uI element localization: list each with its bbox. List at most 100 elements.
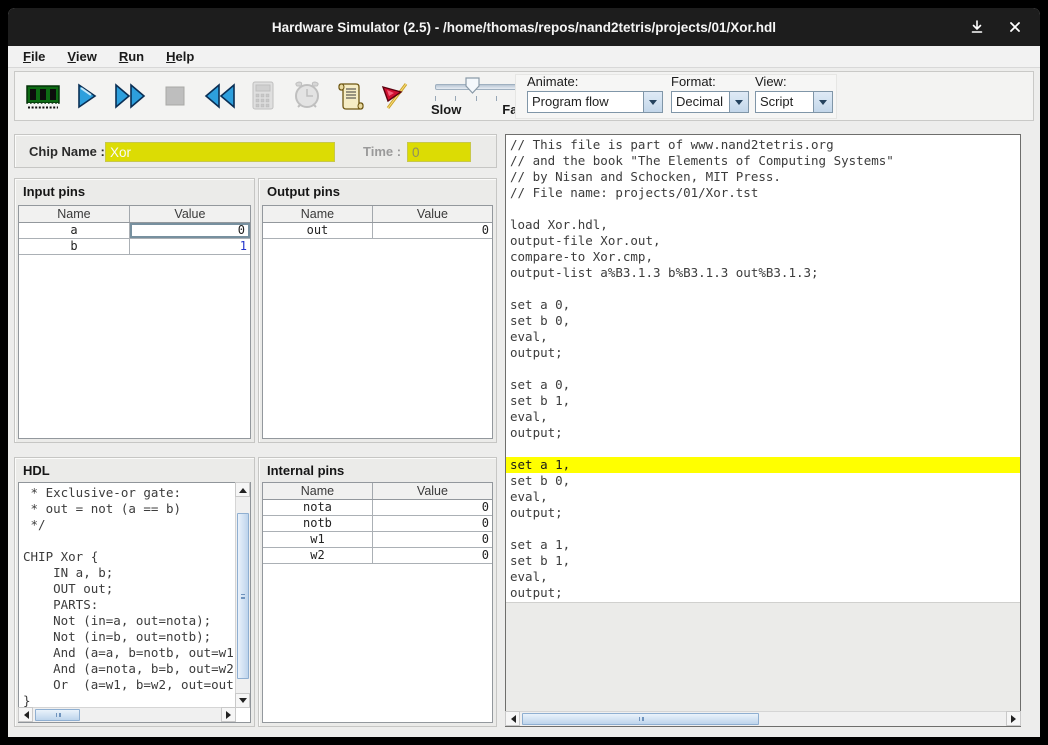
run-button[interactable] bbox=[111, 76, 151, 116]
code-line bbox=[19, 533, 235, 549]
load-chip-button[interactable] bbox=[23, 76, 63, 116]
single-step-button[interactable] bbox=[67, 76, 107, 116]
scroll-down-icon[interactable] bbox=[235, 693, 250, 708]
code-line bbox=[506, 281, 1020, 297]
code-line: OUT out; bbox=[19, 581, 235, 597]
scrollbar-thumb[interactable] bbox=[35, 709, 80, 721]
pin-value[interactable]: 0 bbox=[373, 532, 492, 547]
pin-name: a bbox=[19, 223, 130, 238]
view-value: Script bbox=[756, 92, 813, 112]
chevron-down-icon[interactable] bbox=[643, 92, 662, 112]
code-line: And (a=a, b=notb, out=w1); bbox=[19, 645, 235, 661]
code-line: Or (a=w1, b=w2, out=out); bbox=[19, 677, 235, 693]
script-horizontal-scrollbar[interactable] bbox=[506, 711, 1020, 726]
internal-pins-title: Internal pins bbox=[259, 458, 496, 481]
calculator-icon bbox=[249, 80, 277, 112]
table-row: w10 bbox=[263, 532, 492, 548]
menu-file[interactable]: File bbox=[12, 49, 56, 64]
animate-dropdown[interactable]: Program flow bbox=[527, 91, 663, 113]
minimize-icon[interactable] bbox=[966, 17, 988, 37]
table-row: nota0 bbox=[263, 500, 492, 516]
pin-value[interactable]: 1 bbox=[130, 239, 250, 254]
scrollbar-thumb[interactable] bbox=[522, 713, 759, 725]
code-line: * Exclusive-or gate: bbox=[19, 485, 235, 501]
calculator-button bbox=[243, 76, 283, 116]
reset-button[interactable] bbox=[199, 76, 239, 116]
code-line: output; bbox=[506, 585, 1020, 601]
code-line: eval, bbox=[506, 329, 1020, 345]
chip-name-field[interactable]: Xor bbox=[105, 142, 335, 162]
script-panel[interactable]: // This file is part of www.nand2tetris.… bbox=[505, 134, 1021, 727]
code-line: output; bbox=[506, 345, 1020, 361]
table-header: NameValue bbox=[263, 206, 492, 223]
internal-pins-panel: Internal pins NameValue nota0notb0w10w20 bbox=[258, 457, 497, 727]
code-line: set b 0, bbox=[506, 473, 1020, 489]
scroll-up-icon[interactable] bbox=[235, 482, 250, 497]
code-line: output-list a%B3.1.3 b%B3.1.3 out%B3.1.3… bbox=[506, 265, 1020, 281]
table-row: notb0 bbox=[263, 516, 492, 532]
toolbar: Slow Fast Animate: Program flow Format: … bbox=[14, 71, 1034, 121]
step-icon bbox=[74, 82, 100, 110]
code-line: */ bbox=[19, 517, 235, 533]
close-icon[interactable] bbox=[1004, 17, 1026, 37]
menu-bar: FileViewRunHelp bbox=[8, 46, 1040, 68]
code-line: set b 0, bbox=[506, 313, 1020, 329]
scroll-left-icon[interactable] bbox=[18, 707, 33, 722]
code-line bbox=[506, 201, 1020, 217]
load-script-button[interactable] bbox=[331, 76, 371, 116]
clock-button bbox=[287, 76, 327, 116]
chevron-down-icon[interactable] bbox=[729, 92, 748, 112]
pin-name: w1 bbox=[263, 532, 373, 547]
pin-value[interactable]: 0 bbox=[373, 548, 492, 563]
code-line: Not (in=b, out=notb); bbox=[19, 629, 235, 645]
code-line: * out = not (a == b) bbox=[19, 501, 235, 517]
output-pins-panel: Output pins NameValue out0 bbox=[258, 178, 497, 443]
breakpoints-button[interactable] bbox=[375, 76, 415, 116]
format-dropdown[interactable]: Decimal bbox=[671, 91, 749, 113]
table-header: NameValue bbox=[19, 206, 250, 223]
pin-value[interactable]: 0 bbox=[130, 223, 250, 238]
stop-icon bbox=[165, 86, 185, 106]
hdl-horizontal-scrollbar[interactable] bbox=[19, 707, 235, 722]
pin-value[interactable]: 0 bbox=[373, 516, 492, 531]
pin-name: nota bbox=[263, 500, 373, 515]
format-label: Format: bbox=[671, 74, 749, 89]
hdl-title: HDL bbox=[15, 458, 254, 481]
pin-value[interactable]: 0 bbox=[373, 223, 492, 238]
hdl-code-box[interactable]: * Exclusive-or gate: * out = not (a == b… bbox=[18, 482, 251, 723]
hdl-vertical-scrollbar[interactable] bbox=[235, 483, 250, 707]
menu-run[interactable]: Run bbox=[108, 49, 155, 64]
view-dropdown[interactable]: Script bbox=[755, 91, 833, 113]
code-line: } bbox=[19, 693, 235, 707]
hdl-code: * Exclusive-or gate: * out = not (a == b… bbox=[19, 483, 235, 707]
code-line: eval, bbox=[506, 569, 1020, 585]
output-pins-title: Output pins bbox=[259, 179, 496, 202]
code-line: // and the book "The Elements of Computi… bbox=[506, 153, 1020, 169]
scrollbar-thumb[interactable] bbox=[237, 513, 249, 679]
clock-icon bbox=[291, 80, 323, 112]
scroll-right-icon[interactable] bbox=[1006, 711, 1021, 726]
scroll-left-icon[interactable] bbox=[505, 711, 520, 726]
input-pins-title: Input pins bbox=[15, 179, 254, 202]
pin-value[interactable]: 0 bbox=[373, 500, 492, 515]
code-line: set a 1, bbox=[506, 537, 1020, 553]
script-view[interactable]: // This file is part of www.nand2tetris.… bbox=[506, 135, 1020, 711]
code-line: compare-to Xor.cmp, bbox=[506, 249, 1020, 265]
chip-name-label: Chip Name : bbox=[29, 144, 105, 159]
chevron-down-icon[interactable] bbox=[813, 92, 832, 112]
hdl-panel: HDL * Exclusive-or gate: * out = not (a … bbox=[14, 457, 255, 727]
scroll-right-icon[interactable] bbox=[221, 707, 236, 722]
view-label: View: bbox=[755, 74, 833, 89]
code-line: set a 0, bbox=[506, 297, 1020, 313]
speed-slider[interactable]: Slow Fast bbox=[429, 74, 529, 120]
pin-name: w2 bbox=[263, 548, 373, 563]
menu-view[interactable]: View bbox=[56, 49, 107, 64]
slow-label: Slow bbox=[431, 102, 461, 117]
code-line: eval, bbox=[506, 409, 1020, 425]
menu-help[interactable]: Help bbox=[155, 49, 205, 64]
scroll-icon bbox=[335, 80, 367, 112]
run-icon bbox=[114, 82, 148, 110]
code-line bbox=[506, 441, 1020, 457]
table-row: w20 bbox=[263, 548, 492, 564]
chip-name-strip: Chip Name : Xor Time : 0 bbox=[14, 134, 497, 168]
